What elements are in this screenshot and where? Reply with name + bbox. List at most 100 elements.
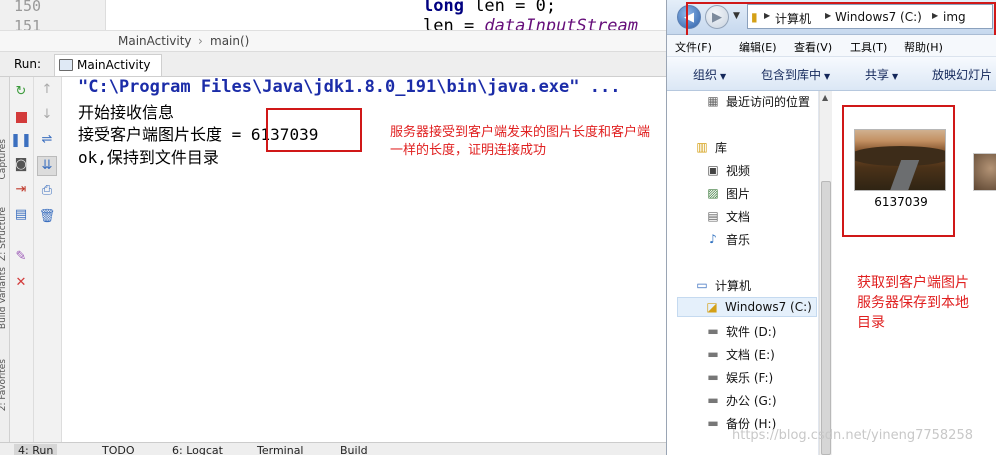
- close-icon[interactable]: ✕: [13, 275, 29, 291]
- drive-icon: ▬: [707, 370, 719, 384]
- highlight-box: [266, 108, 362, 152]
- drive-icon: ▬: [707, 393, 719, 407]
- code-editor[interactable]: long len = 0; len = dataInputStream: [107, 0, 666, 30]
- nav-documents[interactable]: ▤ 文档: [705, 206, 750, 226]
- code-call: dataInputStream: [484, 16, 638, 30]
- login-icon[interactable]: ⇥: [13, 182, 29, 198]
- ide-window: 150 151 long len = 0; len = dataInputStr…: [0, 0, 666, 455]
- nav-drive-c[interactable]: ◪ Windows7 (C:): [677, 297, 817, 317]
- scroll-to-end-icon[interactable]: ⇊: [37, 156, 57, 176]
- nav-label: Windows7 (C:): [725, 300, 812, 314]
- nav-computer[interactable]: ▭ 计算机: [694, 275, 751, 295]
- button-label: 组织: [693, 68, 718, 82]
- nav-drive-g[interactable]: ▬ 办公 (G:): [705, 390, 777, 410]
- console-output[interactable]: "C:\Program Files\Java\jdk1.8.0_191\bin\…: [63, 77, 666, 442]
- recent-places-icon: ▦: [707, 94, 719, 108]
- left-tool-strip: Captures Z: Structure Build Variants 2: …: [0, 77, 10, 442]
- share-button[interactable]: 共享 ▼: [865, 66, 898, 83]
- tab-logcat[interactable]: 6: Logcat: [172, 444, 223, 455]
- document-icon: ▤: [707, 209, 719, 223]
- slideshow-button[interactable]: 放映幻灯片: [932, 66, 992, 83]
- button-label: 共享: [865, 68, 890, 82]
- nav-drive-d[interactable]: ▬ 软件 (D:): [705, 321, 776, 341]
- include-in-library-button[interactable]: 包含到库中 ▼: [761, 66, 830, 83]
- menu-file[interactable]: 文件(F): [675, 39, 712, 55]
- line-number: 151: [14, 17, 42, 30]
- console-toolbar: ↑ ↓ ⇌ ⇊ ⎙ 🗑: [34, 77, 62, 442]
- annotation-line: 服务器接受到客户端发来的图片长度和客户端: [390, 125, 651, 140]
- drive-icon: ▬: [707, 324, 719, 338]
- scrollbar-thumb[interactable]: [821, 181, 831, 455]
- trash-icon[interactable]: 🗑: [39, 209, 56, 225]
- nav-libraries[interactable]: ▥ 库: [694, 137, 727, 157]
- library-icon: ▥: [696, 140, 708, 154]
- arrow-down-icon[interactable]: ↓: [39, 107, 55, 123]
- bottom-tool-tabs: 4: Run TODO 6: Logcat Terminal Build: [0, 442, 666, 455]
- window-icon: [59, 59, 73, 71]
- nav-label: 最近访问的位置: [726, 94, 811, 109]
- tab-run[interactable]: 4: Run: [14, 444, 58, 455]
- nav-label: 音乐: [726, 232, 751, 247]
- tab-build[interactable]: Build: [340, 444, 368, 455]
- rerun-icon[interactable]: ↻: [13, 84, 29, 100]
- print-icon[interactable]: ⎙: [39, 183, 55, 199]
- line-number: 150: [14, 0, 42, 15]
- nav-label: 图片: [726, 186, 751, 201]
- file-list: 6137039 获取到客户端图片 服务器保存到本地 目录: [833, 91, 996, 455]
- camera-icon[interactable]: ◙: [13, 157, 29, 173]
- run-panel-header: Run: MainActivity: [0, 52, 666, 77]
- watermark: https://blog.csdn.net/yineng7758258: [732, 428, 973, 443]
- tab-label: MainActivity: [77, 58, 151, 72]
- run-toolbar: ↻ ❚❚ ◙ ⇥ ▤ ✎ ✕: [10, 77, 34, 442]
- editor-gutter: 150 151: [0, 0, 106, 30]
- picture-icon: ▨: [707, 186, 719, 200]
- nav-recent-places[interactable]: ▦ 最近访问的位置: [705, 91, 810, 111]
- stop-icon[interactable]: [13, 109, 29, 125]
- menu-edit[interactable]: 编辑(E): [739, 39, 777, 55]
- menu-view[interactable]: 查看(V): [794, 39, 832, 55]
- menu-help[interactable]: 帮助(H): [904, 39, 943, 55]
- run-label: Run:: [14, 57, 42, 71]
- console-line: 开始接收信息: [78, 103, 175, 122]
- annotation-line: 获取到客户端图片: [857, 275, 969, 291]
- nav-music[interactable]: ♪ 音乐: [705, 229, 750, 249]
- tab-mainactivity[interactable]: MainActivity: [54, 54, 162, 76]
- music-icon: ♪: [709, 232, 717, 246]
- menu-tools[interactable]: 工具(T): [850, 39, 887, 55]
- drive-icon: ▬: [707, 347, 719, 361]
- code-line: long len = 0;: [423, 0, 556, 16]
- breadcrumb-item[interactable]: main(): [210, 34, 249, 48]
- button-label: 包含到库中: [761, 68, 822, 82]
- console-text: 接受客户端图片长度 =: [78, 125, 251, 144]
- annotation-line: 一样的长度，证明连接成功: [390, 143, 547, 158]
- navigation-pane: ▦ 最近访问的位置 ▥ 库 ▣ 视频 ▨ 图片 ▤ 文档 ♪ 音乐 ▭ 计算机 ◪ Window…: [667, 91, 819, 455]
- nav-label: 办公 (G:): [726, 393, 777, 408]
- scroll-up-icon[interactable]: ▲: [822, 93, 830, 102]
- image-thumbnail[interactable]: [973, 153, 996, 191]
- chevron-down-icon: ▼: [720, 72, 727, 81]
- nav-videos[interactable]: ▣ 视频: [705, 160, 750, 180]
- pin-icon[interactable]: ✎: [13, 249, 29, 265]
- nav-label: 视频: [726, 163, 751, 178]
- soft-wrap-icon[interactable]: ⇌: [39, 132, 55, 148]
- menu-bar: 文件(F) 编辑(E) 查看(V) 工具(T) 帮助(H): [667, 35, 996, 57]
- video-icon: ▣: [707, 163, 719, 177]
- chevron-down-icon: ▼: [824, 72, 831, 81]
- pause-icon[interactable]: ❚❚: [10, 133, 32, 149]
- organize-button[interactable]: 组织 ▼: [693, 66, 726, 83]
- tab-todo[interactable]: TODO: [102, 444, 135, 455]
- computer-icon: ▭: [696, 278, 708, 292]
- layout-icon[interactable]: ▤: [13, 207, 29, 223]
- nav-scrollbar[interactable]: ▲: [819, 91, 832, 455]
- nav-drive-f[interactable]: ▬ 娱乐 (F:): [705, 367, 773, 387]
- annotation-text: 获取到客户端图片 服务器保存到本地 目录: [857, 273, 969, 333]
- annotation-line: 服务器保存到本地: [857, 295, 969, 311]
- nav-label: 娱乐 (F:): [726, 370, 774, 385]
- arrow-up-icon[interactable]: ↑: [39, 82, 55, 98]
- nav-pictures[interactable]: ▨ 图片: [705, 183, 750, 203]
- nav-drive-e[interactable]: ▬ 文档 (E:): [705, 344, 774, 364]
- command-bar: 组织 ▼ 包含到库中 ▼ 共享 ▼ 放映幻灯片: [667, 57, 996, 91]
- windows-drive-icon: ◪: [706, 300, 718, 314]
- breadcrumb-item[interactable]: MainActivity: [118, 34, 192, 48]
- tab-terminal[interactable]: Terminal: [257, 444, 304, 455]
